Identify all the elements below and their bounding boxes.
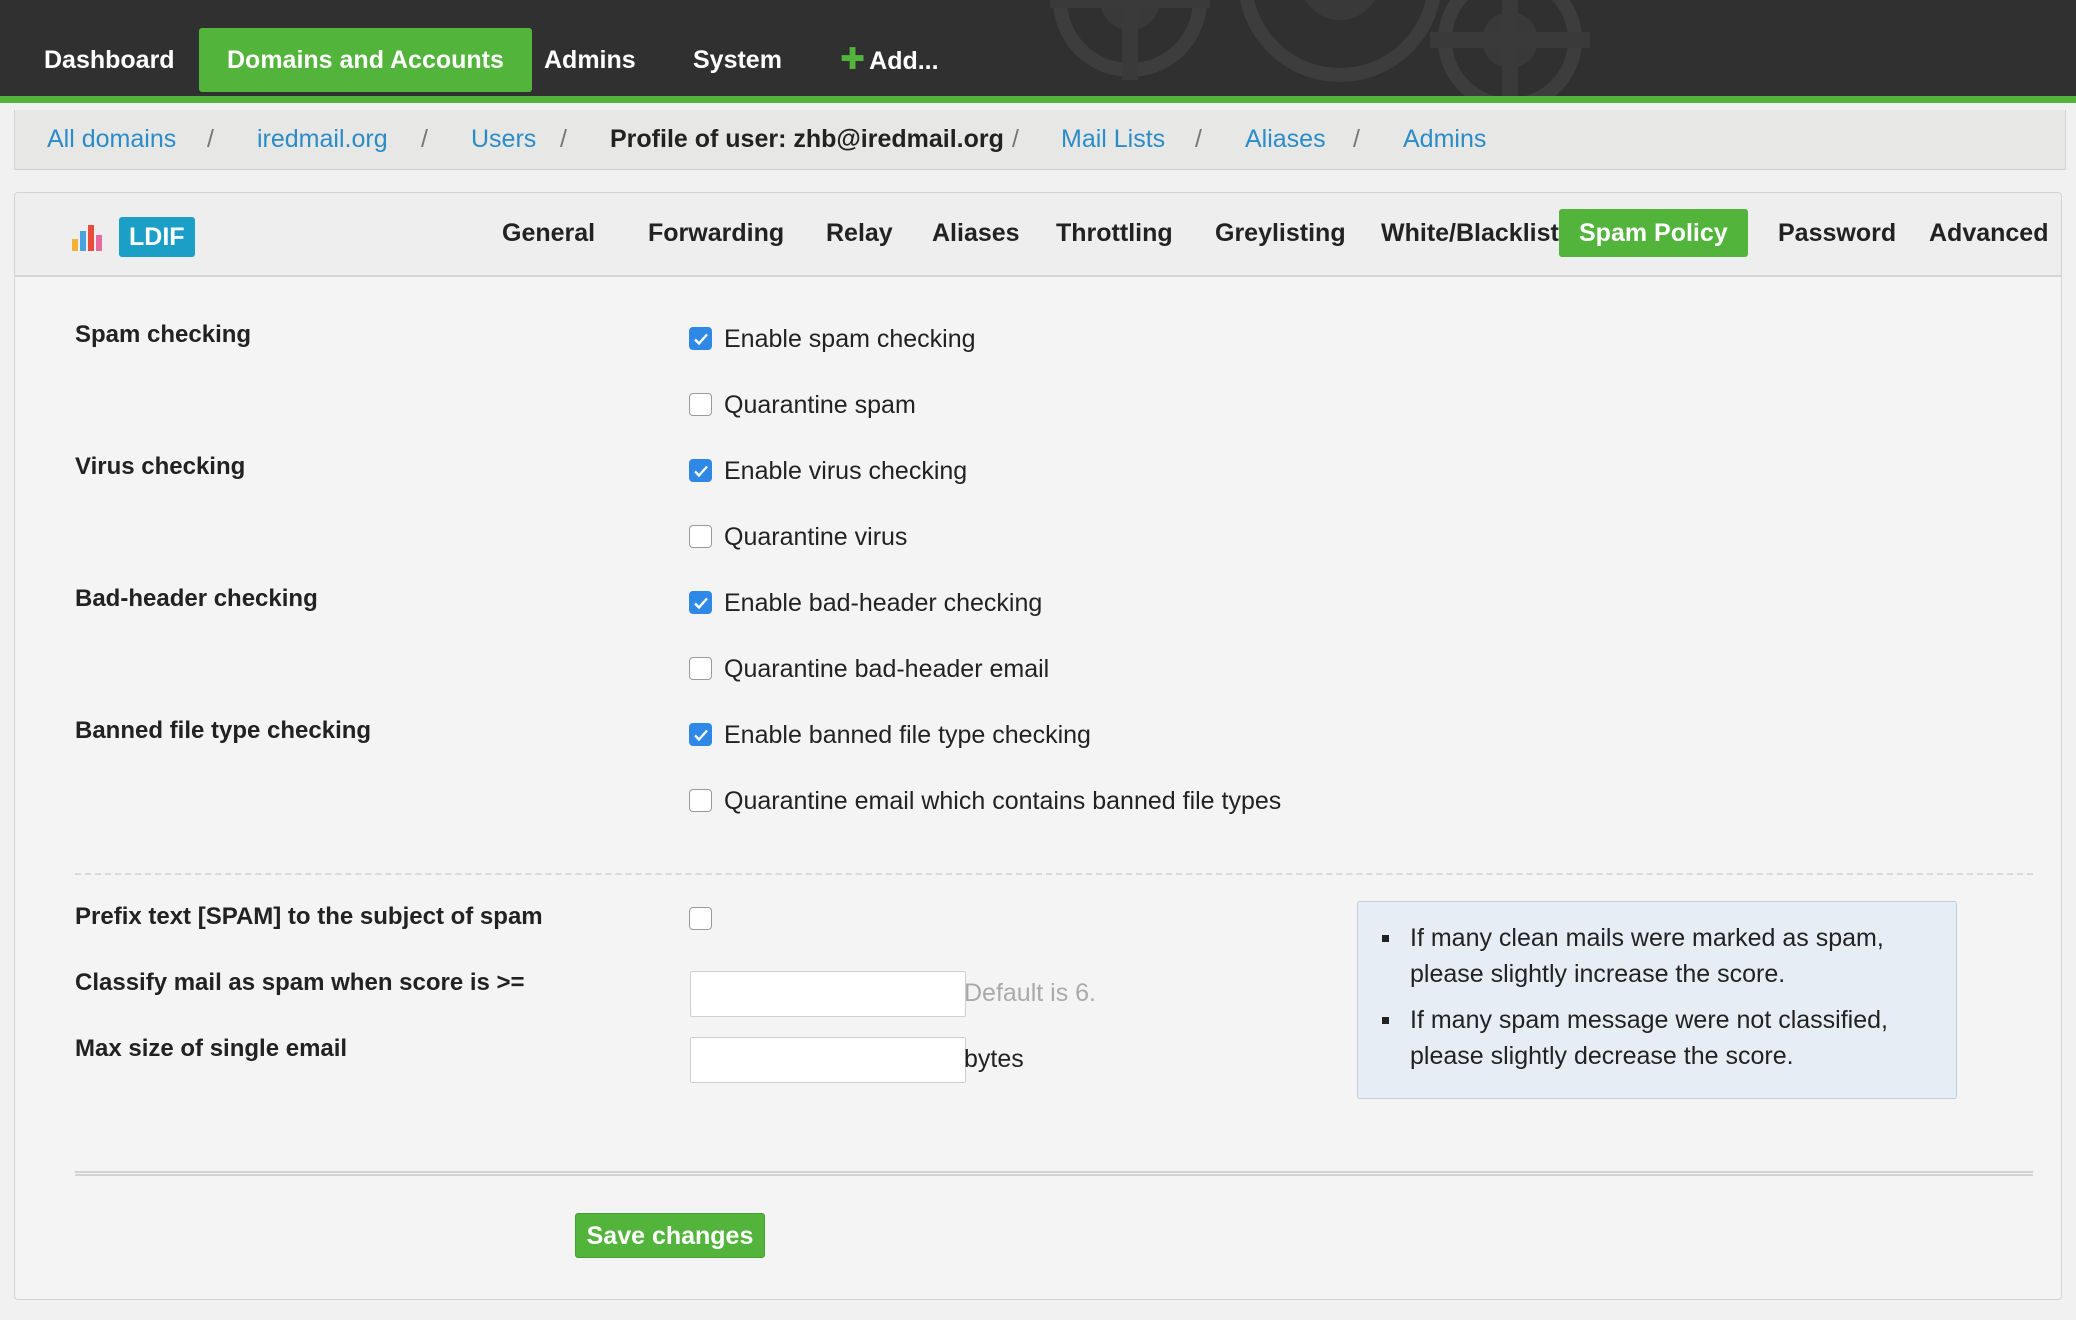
virus-checking-label: Virus checking [75,453,246,480]
tab-aliases[interactable]: Aliases [912,209,1040,257]
enable-banned-label[interactable]: Enable banned file type checking [724,719,1091,751]
banned-file-type-checking-label: Banned file type checking [75,717,372,744]
score-tips-box: If many clean mails were marked as spam,… [1357,901,1957,1099]
bad-header-checking-label: Bad-header checking [75,585,318,612]
breadcrumb-separator: / [207,125,214,153]
checkmark-icon [694,333,708,346]
top-navigation: Dashboard Domains and Accounts Admins Sy… [0,0,2076,103]
tab-greylisting[interactable]: Greylisting [1195,209,1366,257]
tab-password[interactable]: Password [1758,209,1916,257]
bar-chart-icon[interactable] [71,223,103,251]
tab-white-blacklist[interactable]: White/Blacklist [1361,209,1579,257]
breadcrumb-current: Profile of user: zhb@iredmail.org [610,125,1004,153]
nav-add[interactable]: ✚ Add... [812,28,967,92]
tab-spam-policy[interactable]: Spam Policy [1559,209,1748,257]
nav-system[interactable]: System [665,28,810,92]
breadcrumb-separator: / [1012,125,1019,153]
enable-spam-checkbox[interactable] [689,327,712,350]
max-size-input[interactable] [690,1037,966,1083]
tab-advanced[interactable]: Advanced [1909,209,2068,257]
enable-virus-checkbox[interactable] [689,459,712,482]
enable-bad-header-label[interactable]: Enable bad-header checking [724,587,1042,619]
breadcrumb: All domains / iredmail.org / Users / Pro… [14,110,2066,170]
tip-increase-score: If many clean mails were marked as spam,… [1382,920,1926,992]
tab-forwarding[interactable]: Forwarding [628,209,804,257]
breadcrumb-mail-lists[interactable]: Mail Lists [1061,110,1165,170]
section-divider [75,873,2033,875]
prefix-spam-checkbox[interactable] [689,907,712,930]
quarantine-spam-label[interactable]: Quarantine spam [724,389,916,421]
ldif-button[interactable]: LDIF [119,217,195,257]
save-changes-button[interactable]: Save changes [575,1213,765,1258]
quarantine-bad-header-checkbox[interactable] [689,657,712,680]
breadcrumb-separator: / [1353,125,1360,153]
breadcrumb-domain[interactable]: iredmail.org [257,110,388,170]
quarantine-bad-header-label[interactable]: Quarantine bad-header email [724,653,1049,685]
checkmark-icon [694,729,708,742]
prefix-spam-label: Prefix text [SPAM] to the subject of spa… [75,903,543,930]
spam-score-label: Classify mail as spam when score is >= [75,969,525,996]
form-footer-divider [75,1171,2033,1176]
tip-decrease-score: If many spam message were not classified… [1382,1002,1926,1074]
breadcrumb-users[interactable]: Users [471,110,536,170]
nav-add-label: Add... [869,47,939,75]
breadcrumb-all-domains[interactable]: All domains [47,110,176,170]
plus-icon: ✚ [840,43,866,76]
enable-spam-label[interactable]: Enable spam checking [724,323,976,355]
nav-admins[interactable]: Admins [516,28,664,92]
user-profile-panel: LDIF General Forwarding Relay Aliases Th… [14,192,2062,1300]
enable-banned-checkbox[interactable] [689,723,712,746]
checkmark-icon [694,597,708,610]
breadcrumb-aliases[interactable]: Aliases [1245,110,1326,170]
spam-checking-label: Spam checking [75,321,252,348]
gears-decoration-icon [1050,0,1590,96]
quarantine-banned-label[interactable]: Quarantine email which contains banned f… [724,785,1281,817]
nav-dashboard[interactable]: Dashboard [16,28,203,92]
enable-virus-label[interactable]: Enable virus checking [724,455,967,487]
quarantine-virus-label[interactable]: Quarantine virus [724,521,907,553]
breadcrumb-separator: / [1195,125,1202,153]
enable-bad-header-checkbox[interactable] [689,591,712,614]
spam-score-hint: Default is 6. [964,979,1097,1007]
breadcrumb-separator: / [421,125,428,153]
max-size-label: Max size of single email [75,1035,348,1062]
spam-score-input[interactable] [690,971,966,1017]
max-size-unit: bytes [964,1045,1024,1073]
checkmark-icon [694,465,708,478]
quarantine-virus-checkbox[interactable] [689,525,712,548]
nav-domains-and-accounts[interactable]: Domains and Accounts [199,28,532,92]
tab-throttling[interactable]: Throttling [1036,209,1193,257]
tab-bar: LDIF General Forwarding Relay Aliases Th… [15,193,2061,277]
quarantine-spam-checkbox[interactable] [689,393,712,416]
tab-relay[interactable]: Relay [806,209,913,257]
breadcrumb-separator: / [560,125,567,153]
tab-general[interactable]: General [482,209,615,257]
quarantine-banned-checkbox[interactable] [689,789,712,812]
breadcrumb-admins[interactable]: Admins [1403,110,1486,170]
